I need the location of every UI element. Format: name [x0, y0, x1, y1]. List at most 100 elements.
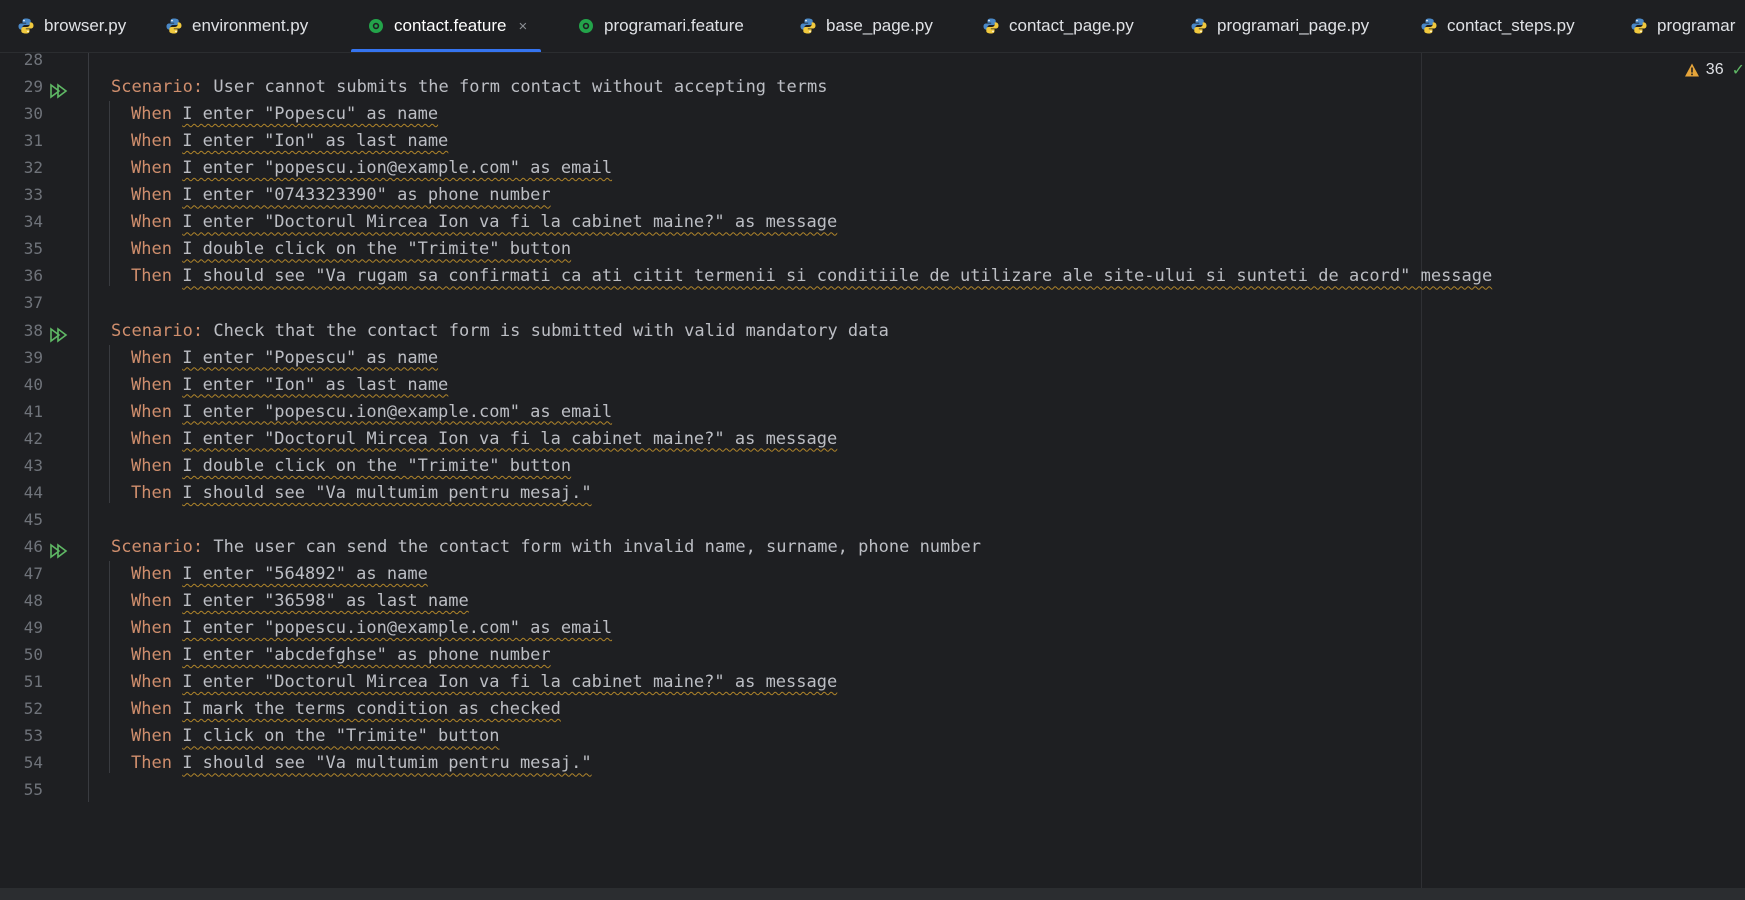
tab-label: contact_steps.py	[1447, 16, 1575, 35]
line-number: 55	[23, 780, 43, 800]
gherkin-keyword: When	[131, 212, 183, 233]
tab-label: contact.feature	[394, 16, 507, 35]
python-icon	[1420, 17, 1438, 35]
step-definition: I enter "Doctorul Mircea Ion va fi la ca…	[182, 428, 838, 449]
step-line: 47 When I enter "564892" as name	[0, 559, 1745, 589]
step-line: 49 When I enter "popescu.ion@example.com"…	[0, 613, 1745, 643]
step-definition: I should see "Va multumim pentru mesaj."	[182, 482, 592, 503]
line-number: 45	[23, 509, 43, 529]
line-number: 31	[23, 131, 43, 151]
gherkin-keyword: When	[131, 672, 183, 693]
gherkin-keyword: When	[131, 374, 183, 395]
line-number: 53	[23, 726, 43, 746]
run-scenario-icon[interactable]	[49, 79, 69, 99]
line-number: 35	[23, 239, 43, 259]
step-text: Then I should see "Va multumim pentru me…	[131, 748, 592, 778]
step-text: When I enter "abcdefghse" as phone numbe…	[131, 640, 551, 670]
step-definition: I enter "Doctorul Mircea Ion va fi la ca…	[182, 212, 838, 233]
scenario-title: User cannot submits the form contact wit…	[203, 77, 828, 98]
step-definition: I enter "Doctorul Mircea Ion va fi la ca…	[182, 672, 838, 693]
step-definition: I enter "Popescu" as name	[182, 347, 439, 368]
line-number: 42	[23, 428, 43, 448]
scenario-line: 38 Scenario: Check that the contact form …	[0, 316, 1745, 346]
step-line: 41 When I enter "popescu.ion@example.com"…	[0, 397, 1745, 427]
step-text: When I mark the terms condition as check…	[131, 694, 561, 724]
gherkin-keyword: Scenario:	[111, 320, 204, 341]
step-line: 34 When I enter "Doctorul Mircea Ion va f…	[0, 207, 1745, 237]
run-scenario-icon[interactable]	[49, 539, 69, 559]
python-icon	[982, 17, 1000, 35]
step-text: When I double click on the "Trimite" but…	[131, 234, 571, 264]
blank-line: 55	[0, 775, 1745, 805]
step-definition: I should see "Va multumim pentru mesaj."	[182, 753, 592, 774]
step-line: 31 When I enter "Ion" as last name	[0, 126, 1745, 156]
line-number: 46	[23, 536, 43, 556]
line-number: 52	[23, 699, 43, 719]
tab-label: programari_page.py	[1217, 16, 1370, 35]
scenario-text: Scenario: The user can send the contact …	[111, 532, 981, 562]
line-number: 54	[23, 753, 43, 773]
step-definition: I mark the terms condition as checked	[182, 699, 561, 720]
gherkin-keyword: Scenario:	[111, 536, 204, 557]
line-number: 43	[23, 455, 43, 475]
step-line: 32 When I enter "popescu.ion@example.com"…	[0, 153, 1745, 183]
gherkin-keyword: When	[131, 455, 183, 476]
cucumber-icon	[577, 17, 595, 35]
step-line: 35 When I double click on the "Trimite" b…	[0, 234, 1745, 264]
step-definition: I enter "popescu.ion@example.com" as ema…	[182, 401, 613, 422]
step-text: When I enter "popescu.ion@example.com" a…	[131, 613, 612, 643]
step-line: 51 When I enter "Doctorul Mircea Ion va f…	[0, 667, 1745, 697]
close-tab-icon[interactable]: ×	[518, 18, 527, 35]
step-text: When I enter "popescu.ion@example.com" a…	[131, 397, 612, 427]
step-line: 44 Then I should see "Va multumim pentru …	[0, 478, 1745, 508]
step-definition: I enter "Ion" as last name	[182, 374, 449, 395]
line-number: 41	[23, 401, 43, 421]
gherkin-keyword: When	[131, 401, 183, 422]
indent-guide	[109, 344, 110, 503]
python-icon	[165, 17, 183, 35]
step-line: 43 When I double click on the "Trimite" b…	[0, 451, 1745, 481]
step-line: 50 When I enter "abcdefghse" as phone num…	[0, 640, 1745, 670]
tab-label: environment.py	[192, 16, 309, 35]
scenario-line: 29 Scenario: User cannot submits the form…	[0, 72, 1745, 102]
gherkin-keyword: When	[131, 104, 183, 125]
scenario-title: Check that the contact form is submitted…	[203, 320, 889, 341]
blank-line: 37	[0, 288, 1745, 318]
line-number: 47	[23, 563, 43, 583]
gherkin-keyword: When	[131, 158, 183, 179]
step-line: 36 Then I should see "Va rugam sa confirm…	[0, 261, 1745, 291]
step-text: When I enter "564892" as name	[131, 559, 428, 589]
step-definition: I enter "0743323390" as phone number	[182, 185, 551, 206]
line-number: 38	[23, 320, 43, 340]
line-number: 48	[23, 591, 43, 610]
step-text: When I double click on the "Trimite" but…	[131, 451, 571, 481]
inspection-widget[interactable]: 36 ✓	[1684, 59, 1745, 81]
line-number: 30	[23, 104, 43, 124]
gherkin-keyword: When	[131, 131, 183, 152]
step-text: When I enter "popescu.ion@example.com" a…	[131, 153, 612, 183]
python-icon	[17, 17, 35, 35]
line-number: 29	[23, 77, 43, 97]
step-definition: I enter "popescu.ion@example.com" as ema…	[182, 158, 613, 179]
cucumber-icon	[367, 17, 385, 35]
tab-label: base_page.py	[826, 16, 933, 35]
scenario-line: 46 Scenario: The user can send the contac…	[0, 532, 1745, 562]
step-text: When I enter "36598" as last name	[131, 586, 469, 616]
step-definition: I should see "Va rugam sa confirmati ca …	[182, 266, 1493, 287]
line-number: 33	[23, 185, 43, 205]
scenario-text: Scenario: User cannot submits the form c…	[111, 72, 827, 102]
step-line: 53 When I click on the "Trimite" button	[0, 721, 1745, 751]
run-scenario-icon[interactable]	[49, 323, 69, 343]
gherkin-keyword: Then	[131, 266, 183, 287]
python-icon	[1190, 17, 1208, 35]
step-text: When I enter "Doctorul Mircea Ion va fi …	[131, 207, 837, 237]
step-text: When I enter "Ion" as last name	[131, 126, 448, 156]
step-line: 48 When I enter "36598" as last name	[0, 586, 1745, 616]
code-editor[interactable]: 28 29 Scenario: User cannot submits the fo…	[0, 50, 1745, 888]
step-line: 52 When I mark the terms condition as che…	[0, 694, 1745, 724]
gherkin-keyword: When	[131, 591, 183, 611]
line-number: 39	[23, 347, 43, 367]
line-number: 36	[23, 266, 43, 286]
indent-guide	[109, 560, 110, 774]
gherkin-keyword: When	[131, 428, 183, 449]
